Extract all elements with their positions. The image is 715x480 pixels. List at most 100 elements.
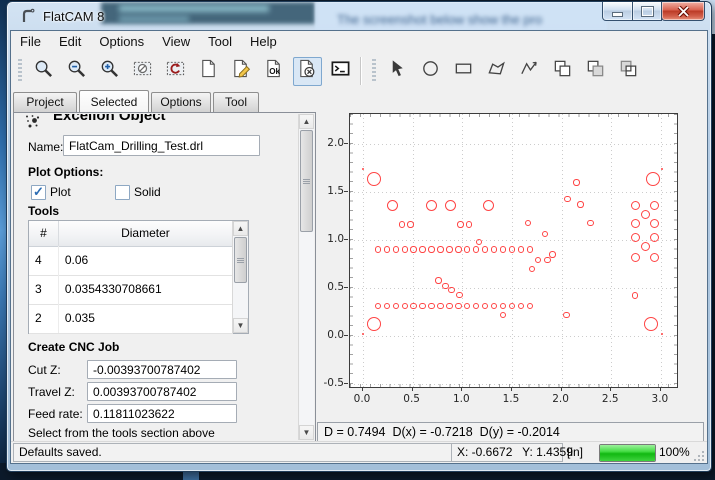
drill-hole-marker <box>650 201 659 210</box>
x-tick <box>461 387 462 391</box>
minimize-button[interactable] <box>602 2 633 21</box>
draw-rectangle-button[interactable] <box>449 57 478 86</box>
x-tick <box>412 387 413 391</box>
tool-number-cell[interactable]: 3 <box>29 275 59 304</box>
y-tick-label: -0.5 <box>318 377 344 389</box>
feed-rate-input[interactable] <box>87 404 237 423</box>
table-scrollbar-thumb[interactable] <box>234 237 247 283</box>
resize-grip[interactable] <box>693 449 705 461</box>
new-blank-button[interactable] <box>194 57 223 86</box>
travel-z-label: Travel Z: <box>28 385 75 399</box>
menu-item-edit[interactable]: Edit <box>50 31 90 52</box>
titlebar[interactable]: The screenshot below show the pro FlatCA… <box>7 2 711 30</box>
solid-checkbox-label: Solid <box>134 185 161 199</box>
table-scroll-down-button[interactable]: ▼ <box>233 318 248 333</box>
tab-options[interactable]: Options <box>151 92 211 112</box>
drill-hole-marker <box>428 246 434 252</box>
gridline <box>562 114 563 387</box>
table-row[interactable]: 30.0354330708661 <box>29 275 233 305</box>
draw-path-icon <box>519 58 540 84</box>
minor-ticks <box>350 384 677 387</box>
client-area: FileEditOptionsViewToolHelp Ok ProjectSe… <box>10 30 708 464</box>
toolbar-drag-handle[interactable] <box>372 59 376 83</box>
y-tick <box>344 287 348 288</box>
y-tick <box>344 335 348 336</box>
toolbar: Ok <box>11 52 707 90</box>
subtract-button[interactable] <box>581 57 610 86</box>
drill-hole-marker <box>437 303 443 309</box>
intersect-button[interactable] <box>614 57 643 86</box>
command-line-button[interactable] <box>326 57 355 86</box>
panel-scrollbar[interactable]: ▲ ▼ <box>298 114 314 440</box>
plot-checkbox[interactable]: ✓ <box>31 185 46 200</box>
zoom-fit-button[interactable] <box>29 57 58 86</box>
tab-selected[interactable]: Selected <box>79 90 149 112</box>
zoom-out-button[interactable] <box>62 57 91 86</box>
drill-hole-marker <box>632 292 638 298</box>
menu-item-file[interactable]: File <box>11 31 50 52</box>
table-row[interactable]: 40.06 <box>29 246 233 276</box>
tools-table-scrollbar[interactable]: ▲ ▼ <box>232 221 248 333</box>
draw-path-button[interactable] <box>515 57 544 86</box>
menu-item-options[interactable]: Options <box>90 31 153 52</box>
table-row[interactable]: 20.035 <box>29 304 233 334</box>
drill-hole-marker <box>482 246 488 252</box>
zoom-in-button[interactable] <box>95 57 124 86</box>
units-label: [in] <box>567 445 583 459</box>
menu-item-view[interactable]: View <box>153 31 199 52</box>
drill-hole-marker <box>457 221 463 227</box>
gridline <box>611 114 612 387</box>
object-name-input[interactable] <box>63 135 260 156</box>
zoom-out-icon <box>66 58 87 84</box>
update-geometry-ok-button[interactable]: Ok <box>260 57 289 86</box>
tool-diameter-cell[interactable]: 0.035 <box>59 304 233 333</box>
drill-hole-marker <box>426 200 437 211</box>
drill-hole-marker <box>483 200 494 211</box>
tab-tool[interactable]: Tool <box>213 92 259 112</box>
menu-item-help[interactable]: Help <box>241 31 286 52</box>
cut-z-input[interactable] <box>87 360 237 379</box>
draw-polygon-button[interactable] <box>482 57 511 86</box>
toolbar-drag-handle[interactable] <box>18 59 22 83</box>
solid-checkbox[interactable] <box>115 185 130 200</box>
tools-table-header-number[interactable]: # <box>29 221 59 246</box>
tool-diameter-cell[interactable]: 0.06 <box>59 246 233 275</box>
tools-table-header-diameter[interactable]: Diameter <box>59 221 233 246</box>
panel-heading-clipped: Excellon Object <box>53 114 273 128</box>
cancel-edit-button[interactable] <box>293 57 322 86</box>
menu-item-tool[interactable]: Tool <box>199 31 241 52</box>
cnc-heading: Create CNC Job <box>28 340 119 354</box>
maximize-button[interactable] <box>632 2 662 21</box>
edit-geometry-button[interactable] <box>227 57 256 86</box>
drill-hole-marker <box>509 246 515 252</box>
drill-hole-marker <box>577 201 583 207</box>
table-scroll-up-button[interactable]: ▲ <box>233 221 248 236</box>
select-button[interactable] <box>383 57 412 86</box>
tab-project[interactable]: Project <box>13 92 77 112</box>
new-blank-icon <box>198 58 219 84</box>
replot-button[interactable] <box>161 57 190 86</box>
drill-hole-marker <box>446 246 452 252</box>
draw-circle-button[interactable] <box>416 57 445 86</box>
plot-axes[interactable] <box>349 113 678 388</box>
close-button[interactable] <box>661 2 705 21</box>
toolbar-separator <box>360 57 362 85</box>
name-label: Name: <box>28 140 63 154</box>
drill-hole-marker <box>529 266 535 272</box>
plot-figure[interactable]: 0.00.51.01.52.02.53.0-0.50.00.51.01.52.0 <box>317 108 705 419</box>
gridline <box>661 114 662 387</box>
tool-number-cell[interactable]: 4 <box>29 246 59 275</box>
union-button[interactable] <box>548 57 577 86</box>
drill-hole-marker <box>464 303 470 309</box>
tool-diameter-cell[interactable]: 0.0354330708661 <box>59 275 233 304</box>
toolbar-draw-group <box>381 57 645 86</box>
travel-z-input[interactable] <box>87 382 237 401</box>
panel-scrollbar-thumb[interactable] <box>300 130 313 232</box>
drill-hole-marker <box>375 303 381 309</box>
tool-number-cell[interactable]: 2 <box>29 304 59 333</box>
scrollbar-grip <box>303 179 310 184</box>
panel-scroll-down-button[interactable]: ▼ <box>299 425 314 440</box>
drill-hole-marker <box>661 168 664 171</box>
panel-scroll-up-button[interactable]: ▲ <box>299 114 314 129</box>
clear-plot-button[interactable] <box>128 57 157 86</box>
